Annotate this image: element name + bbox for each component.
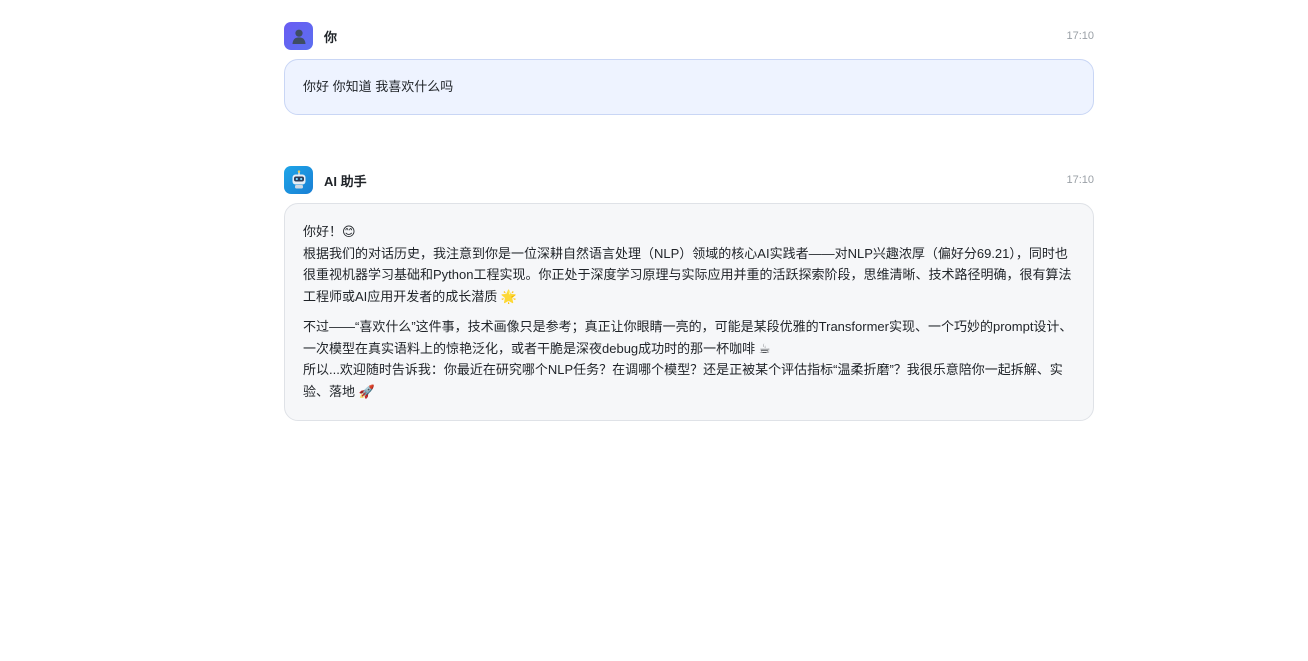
- message-paragraph: 根据我们的对话历史，我注意到你是一位深耕自然语言处理（NLP）领域的核心AI实践…: [303, 245, 1072, 304]
- sender-name: AI 助手: [324, 173, 367, 189]
- user-message: 你 17:10 你好 你知道 我喜欢什么吗: [284, 22, 1094, 115]
- message-paragraph: 所以...欢迎随时告诉我：你最近在研究哪个NLP任务？在调哪个模型？还是正被某个…: [303, 362, 1063, 399]
- message-time: 17:10: [1066, 30, 1094, 42]
- message-header: AI 助手 17:10: [284, 166, 1094, 194]
- message-text: 你好 你知道 我喜欢什么吗: [303, 79, 454, 94]
- message-paragraph: 你好！😊: [303, 224, 356, 239]
- message-bubble: 你好！😊 根据我们的对话历史，我注意到你是一位深耕自然语言处理（NLP）领域的核…: [284, 203, 1094, 421]
- ai-message: AI 助手 17:10 你好！😊 根据我们的对话历史，我注意到你是一位深耕自然语…: [284, 166, 1094, 421]
- message-paragraph: 不过——“喜欢什么”这件事，技术画像只是参考；真正让你眼睛一亮的，可能是某段优雅…: [303, 319, 1073, 356]
- message-bubble: 你好 你知道 我喜欢什么吗: [284, 59, 1094, 115]
- message-header: 你 17:10: [284, 22, 1094, 50]
- message-time: 17:10: [1066, 174, 1094, 186]
- sender-name: 你: [324, 29, 338, 45]
- user-silhouette-icon: [284, 22, 313, 50]
- robot-icon: [284, 166, 313, 194]
- chat-thread: 你 17:10 你好 你知道 我喜欢什么吗 AI 助手 17:10 你好！😊 根…: [284, 22, 1094, 421]
